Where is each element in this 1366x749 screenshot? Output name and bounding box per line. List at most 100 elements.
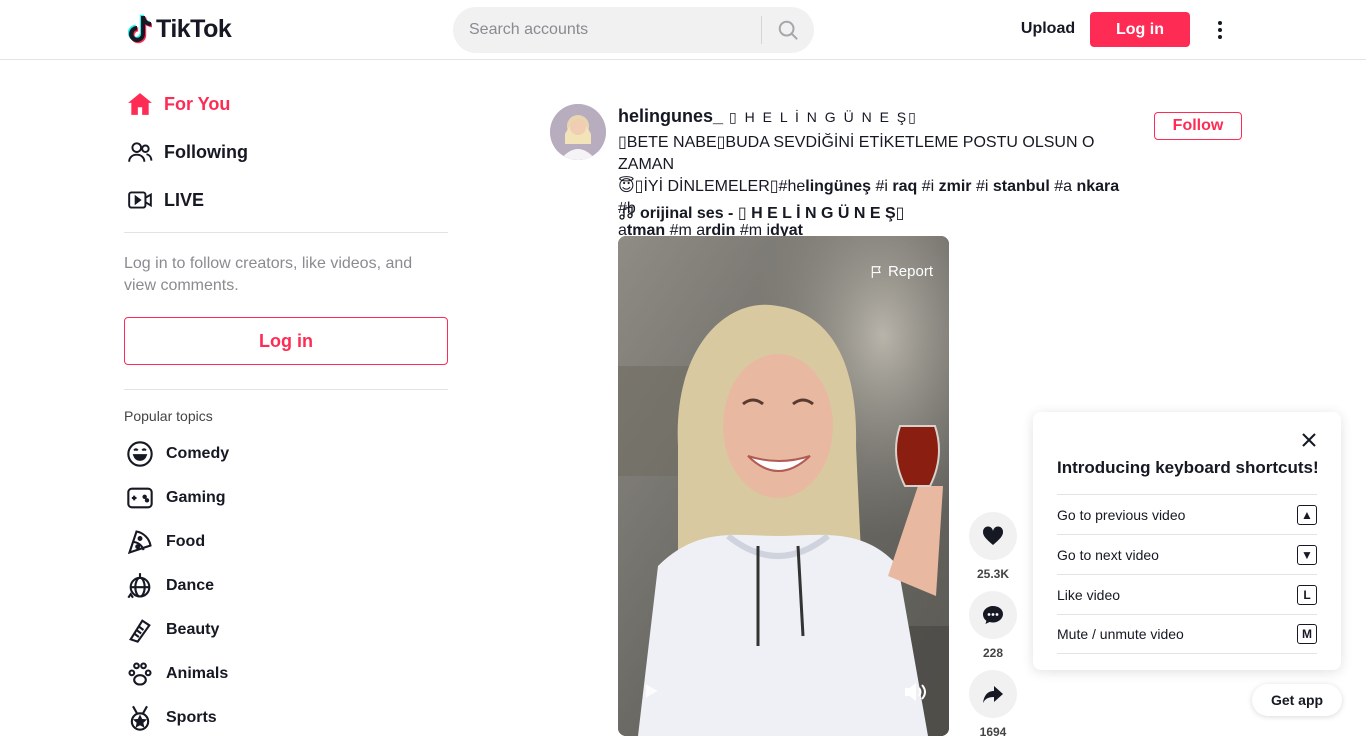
share-count: 1694 <box>979 725 1007 739</box>
shortcut-row: Go to next video ▼ <box>1057 534 1317 574</box>
topic-label: Comedy <box>166 445 230 462</box>
smile-icon <box>124 438 156 470</box>
comb-icon <box>124 614 156 646</box>
flag-icon <box>871 265 881 278</box>
m-key-icon: M <box>1297 624 1317 644</box>
author-nickname: ▯ H E L İ N G Ü N E Ş▯ <box>729 109 918 125</box>
author-avatar[interactable] <box>550 104 606 160</box>
shortcut-label: Mute / unmute video <box>1057 626 1184 642</box>
author-username[interactable]: helingunes_ <box>618 106 723 127</box>
hashtag-link[interactable]: nkara <box>1076 178 1119 195</box>
topic-label: Sports <box>166 709 217 726</box>
logo-wordmark: TikTok <box>156 14 232 43</box>
report-label: Report <box>887 263 933 280</box>
follow-button[interactable]: Follow <box>1154 112 1242 140</box>
arrow-down-key-icon: ▼ <box>1297 544 1317 565</box>
hashtag-link[interactable]: raq <box>892 178 917 195</box>
comment-button[interactable] <box>969 591 1017 639</box>
play-button[interactable] <box>642 682 660 705</box>
search-button[interactable] <box>762 7 814 53</box>
gamepad-icon <box>124 482 156 514</box>
close-icon <box>1302 433 1316 447</box>
play-icon <box>645 684 658 698</box>
nav-live[interactable]: LIVE <box>124 176 448 224</box>
topic-comedy[interactable]: Comedy <box>124 432 448 476</box>
caption-text: #i <box>917 178 939 195</box>
report-button[interactable]: Report <box>870 263 933 280</box>
hashtag-link[interactable]: zmir <box>939 178 972 195</box>
like-action: 25.3K <box>969 512 1017 581</box>
get-app-button[interactable]: Get app <box>1252 684 1342 716</box>
topic-food[interactable]: Food <box>124 520 448 564</box>
l-key-icon: L <box>1297 584 1317 605</box>
popular-topics-title: Popular topics <box>124 408 213 424</box>
caption-text: 😇▯İYİ DİNLEMELER▯#he <box>618 178 806 195</box>
tiktok-note-icon <box>128 14 152 44</box>
close-button[interactable] <box>1297 428 1321 452</box>
music-title: orijinal ses - ▯ H E L İ N G Ü N E Ş▯ <box>640 205 905 222</box>
search-input[interactable] <box>453 7 761 53</box>
home-icon <box>124 88 156 120</box>
share-button[interactable] <box>969 670 1017 718</box>
video-frame <box>618 236 949 736</box>
topic-dance[interactable]: Dance <box>124 564 448 608</box>
search-bar <box>453 7 814 53</box>
keyboard-shortcuts-popup: Introducing keyboard shortcuts! Go to pr… <box>1033 412 1341 670</box>
shortcut-row: Like video L <box>1057 574 1317 614</box>
login-hint: Log in to follow creators, like videos, … <box>124 255 413 294</box>
nav-label: LIVE <box>164 189 205 210</box>
volume-button[interactable] <box>904 682 928 707</box>
search-icon <box>778 20 798 40</box>
dot <box>1218 28 1222 32</box>
arrow-up-key-icon: ▲ <box>1297 504 1317 525</box>
topic-beauty[interactable]: Beauty <box>124 608 448 652</box>
dot <box>1218 21 1222 25</box>
more-menu-button[interactable] <box>1208 16 1232 44</box>
topic-list: Comedy Gaming Food Dance Beauty Animals … <box>124 432 448 740</box>
sidebar: For You Following LIVE Log in to follow … <box>124 60 448 740</box>
divider <box>124 232 448 233</box>
nav-label: For You <box>164 93 231 114</box>
heart-icon <box>982 526 1004 545</box>
post-caption: ▯BETE NABE▯BUDA SEVDİĞİNİ ETİKETLEME POS… <box>618 132 1128 242</box>
share-arrow-icon <box>983 686 1003 703</box>
disco-ball-icon <box>124 570 156 602</box>
comment-action: 228 <box>969 591 1017 660</box>
hashtag-link[interactable]: stanbul <box>993 178 1050 195</box>
paw-icon <box>124 658 156 690</box>
video-actions: 25.3K 228 1694 <box>969 512 1017 749</box>
nav-label: Following <box>164 141 248 162</box>
comment-icon <box>983 606 1003 624</box>
tiktok-logo[interactable]: TikTok <box>128 14 232 44</box>
topic-sports[interactable]: Sports <box>124 696 448 740</box>
topic-label: Beauty <box>166 621 220 638</box>
sidebar-login-button[interactable]: Log in <box>124 317 448 365</box>
volume-icon <box>905 682 926 702</box>
music-link[interactable]: orijinal ses - ▯ H E L İ N G Ü N E Ş▯ <box>618 203 904 223</box>
live-icon <box>124 184 156 216</box>
shortcut-row: Mute / unmute video M <box>1057 614 1317 654</box>
upload-button[interactable]: Upload <box>1012 11 1084 47</box>
login-button[interactable]: Log in <box>1090 12 1190 47</box>
shortcut-label: Go to previous video <box>1057 506 1186 523</box>
video-player[interactable]: Report <box>618 236 949 736</box>
caption-text: #i <box>871 178 893 195</box>
shortcut-label: Like video <box>1057 586 1121 603</box>
nav-for-you[interactable]: For You <box>124 80 448 128</box>
topic-label: Food <box>166 533 206 550</box>
topic-label: Gaming <box>166 489 226 506</box>
topic-animals[interactable]: Animals <box>124 652 448 696</box>
like-button[interactable] <box>969 512 1017 560</box>
topic-label: Animals <box>166 665 229 682</box>
like-count: 25.3K <box>976 567 1010 581</box>
nav-following[interactable]: Following <box>124 128 448 176</box>
caption-text: #a <box>1049 178 1077 195</box>
popup-title: Introducing keyboard shortcuts! <box>1057 458 1319 477</box>
top-header: TikTok Upload Log in <box>0 0 1366 60</box>
topic-gaming[interactable]: Gaming <box>124 476 448 520</box>
hashtag-link[interactable]: lingüneş <box>805 178 871 195</box>
pizza-icon <box>124 526 156 558</box>
avatar-image <box>550 104 606 160</box>
topic-label: Dance <box>166 577 215 594</box>
shortcut-label: Go to next video <box>1057 546 1159 563</box>
